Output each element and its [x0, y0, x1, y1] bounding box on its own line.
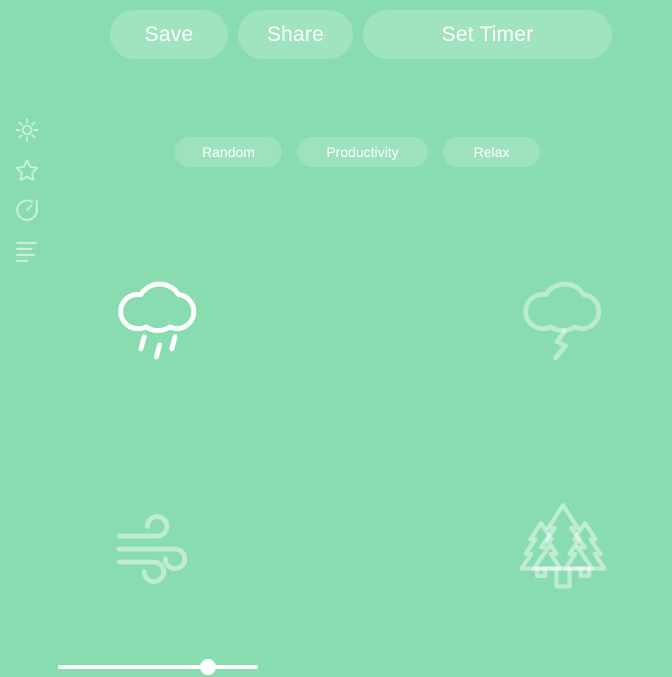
sound-grid	[0, 258, 672, 675]
sound-toggle-thunder[interactable]	[503, 258, 623, 378]
gear-icon	[14, 117, 40, 143]
share-button[interactable]: Share	[238, 10, 353, 59]
timer-icon	[14, 197, 40, 223]
sound-mixer-app: Save Share Set Timer Random Productivity…	[0, 0, 672, 675]
save-button[interactable]: Save	[110, 10, 228, 59]
sound-tile-forest	[478, 485, 648, 605]
sound-tile-rain	[73, 258, 243, 378]
sound-tile-thunder	[478, 258, 648, 378]
thunder-cloud-icon	[511, 266, 615, 370]
forest-trees-icon	[511, 493, 615, 597]
wind-icon	[106, 493, 210, 597]
star-icon	[14, 157, 40, 183]
slider-thumb[interactable]	[200, 659, 216, 675]
slider-track[interactable]	[58, 665, 258, 669]
sound-toggle-rain[interactable]	[98, 258, 218, 378]
sound-tile-wind	[73, 485, 243, 605]
sidebar-item-timer[interactable]	[8, 192, 46, 228]
sound-toggle-wind[interactable]	[98, 485, 218, 605]
set-timer-button[interactable]: Set Timer	[363, 10, 612, 59]
sound-toggle-forest[interactable]	[503, 485, 623, 605]
action-bar: Save Share Set Timer	[110, 10, 612, 59]
volume-slider-rain[interactable]	[58, 657, 258, 677]
tag-random[interactable]: Random	[175, 137, 282, 167]
sidebar-item-favorites[interactable]	[8, 152, 46, 188]
tag-relax[interactable]: Relax	[443, 137, 540, 167]
preset-tag-row: Random Productivity Relax	[175, 137, 540, 167]
rain-cloud-icon	[106, 266, 210, 370]
sidebar-icon-rail	[8, 112, 46, 268]
sidebar-item-settings[interactable]	[8, 112, 46, 148]
tag-productivity[interactable]: Productivity	[297, 137, 428, 167]
